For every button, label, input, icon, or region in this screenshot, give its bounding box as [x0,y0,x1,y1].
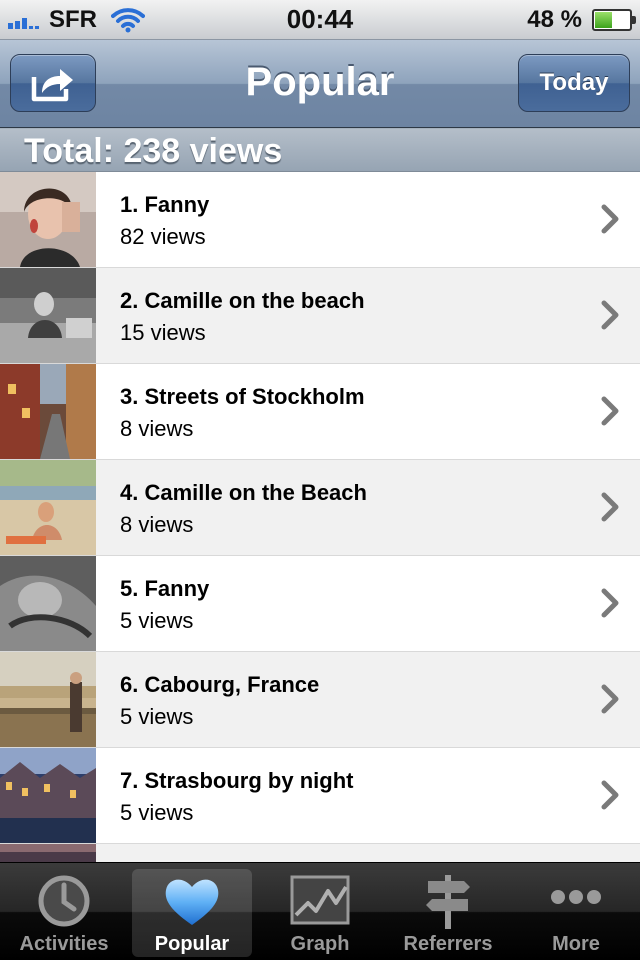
chevron-right-icon [601,780,619,810]
photo-thumbnail [0,844,96,862]
photo-thumbnail [0,652,96,747]
status-bar: SFR 00:44 48 % [0,0,640,40]
list-item[interactable]: 4. Camille on the Beach 8 views [0,460,640,556]
tab-label: More [552,933,600,955]
chevron-right-icon [601,204,619,234]
item-title: 2. Camille on the beach [120,288,365,313]
list-item[interactable]: 2. Camille on the beach 15 views [0,268,640,364]
carrier-name: SFR [49,6,97,33]
item-title: 4. Camille on the Beach [120,480,367,505]
share-button[interactable] [10,54,96,112]
item-views: 8 views [120,512,194,537]
item-title: 5. Fanny [120,576,210,601]
tab-label: Popular [154,933,230,955]
list-item[interactable]: 3. Streets of Stockholm 8 views [0,364,640,460]
chevron-right-icon [601,300,619,330]
item-views: 5 views [120,800,194,825]
item-views: 5 views [120,608,194,633]
photo-thumbnail [0,748,96,843]
item-views: 15 views [120,320,206,345]
tab-label: Activities [19,933,109,955]
tab-more[interactable]: More [512,863,640,960]
battery-icon [592,9,636,31]
line-graph-icon [290,875,350,925]
tab-label: Graph [290,933,350,955]
tab-popular[interactable]: Popular [128,863,256,960]
status-right: 48 % [527,6,636,34]
today-button[interactable]: Today [518,54,630,112]
list-item-partial[interactable] [0,844,640,862]
wifi-icon [111,8,145,33]
status-left: SFR [8,6,145,34]
tab-bar: Activities Popular Graph Referrers More [0,862,640,960]
more-dots-icon [551,890,601,904]
total-views-title: Total: 238 views [24,132,283,170]
tab-activities[interactable]: Activities [0,863,128,960]
navigation-bar: Popular Today [0,40,640,128]
clock-icon [38,875,90,927]
chevron-right-icon [601,588,619,618]
chevron-right-icon [601,396,619,426]
photo-thumbnail [0,172,96,267]
item-title: 6. Cabourg, France [120,672,320,697]
item-title: 7. Strasbourg by night [120,768,354,793]
chevron-right-icon [601,684,619,714]
tab-label: Referrers [403,933,493,955]
item-title: 1. Fanny [120,192,210,217]
signpost-icon [426,875,470,929]
photo-thumbnail [0,556,96,651]
item-views: 5 views [120,704,194,729]
battery-percent: 48 % [527,6,582,33]
popular-list[interactable]: 1. Fanny 82 views 2. Camille on the beac… [0,172,640,862]
chevron-right-icon [601,492,619,522]
share-icon [31,69,73,102]
signal-strength-icon [8,11,41,29]
list-item[interactable]: 6. Cabourg, France 5 views [0,652,640,748]
item-views: 82 views [120,224,206,249]
item-title: 3. Streets of Stockholm [120,384,365,409]
list-item[interactable]: 1. Fanny 82 views [0,172,640,268]
tab-graph[interactable]: Graph [256,863,384,960]
section-header: Total: 238 views [0,128,640,172]
photo-thumbnail [0,460,96,555]
item-views: 8 views [120,416,194,441]
battery-level-fill [595,12,613,28]
photo-thumbnail [0,364,96,459]
heart-icon [165,879,219,925]
list-item[interactable]: 7. Strasbourg by night 5 views [0,748,640,844]
tab-referrers[interactable]: Referrers [384,863,512,960]
list-item[interactable]: 5. Fanny 5 views [0,556,640,652]
photo-thumbnail [0,268,96,363]
